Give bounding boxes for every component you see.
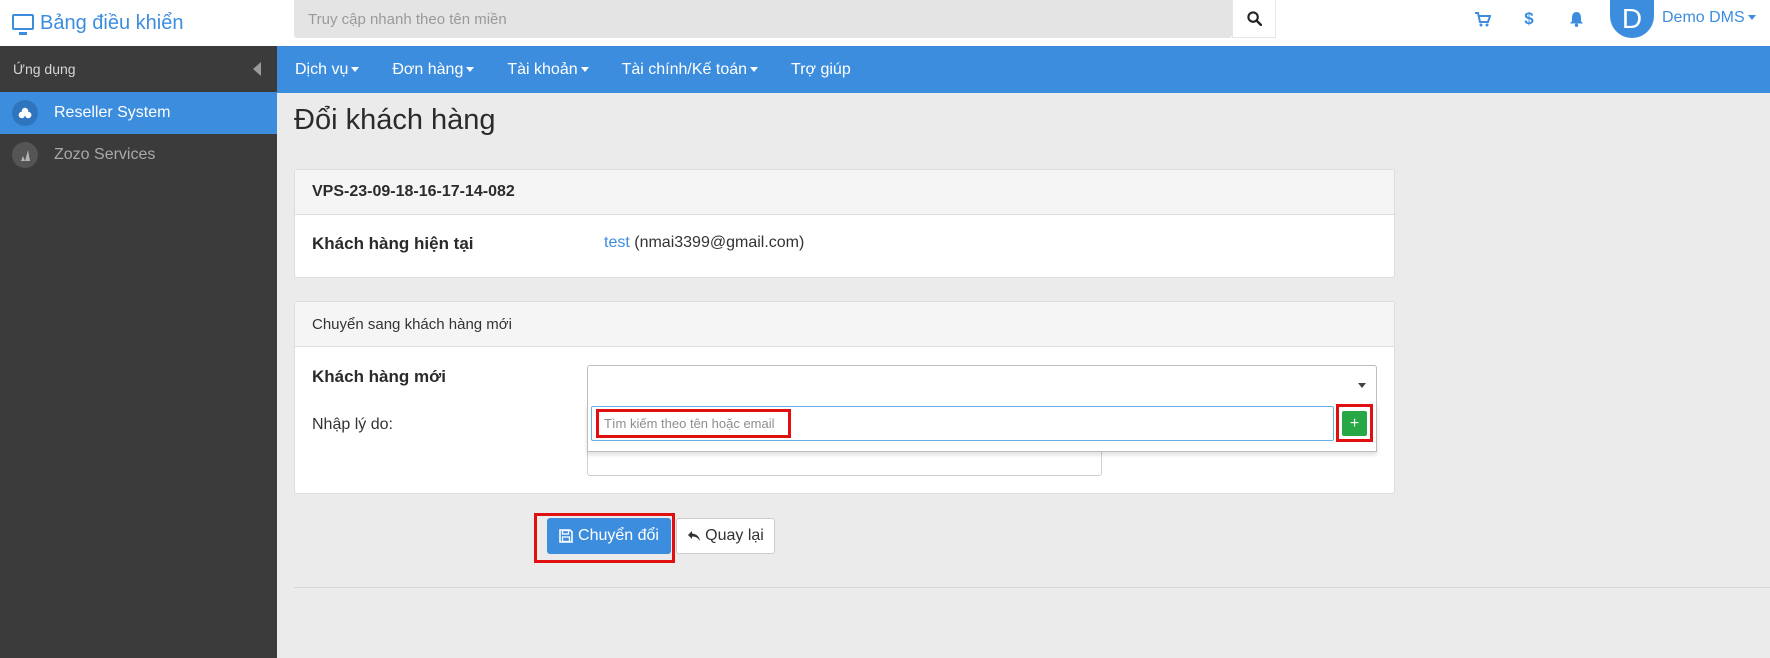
nav-orders-menu[interactable]: Đơn hàng [392,60,475,79]
top-bar: Bảng điều khiển $ D Demo DMS [0,0,1770,46]
dashboard-link[interactable]: Bảng điều khiển [12,6,183,40]
billing-button[interactable]: $ [1516,8,1542,30]
submit-label: Chuyển đổi [578,527,659,544]
brand-label: Bảng điều khiển [40,11,184,34]
current-customer-email: (nmai3399@gmail.com) [634,234,805,251]
nav-help-link[interactable]: Trợ giúp [791,61,851,79]
chevron-down-icon [580,66,589,72]
bell-icon [1569,12,1583,27]
chevron-down-icon [466,66,475,72]
reply-arrow-icon [688,531,701,541]
sidebar: Ứng dụng Reseller System Zozo Services [0,46,277,658]
back-label: Quay lại [705,527,764,544]
nav-services-menu[interactable]: Dịch vụ [295,60,360,79]
transfer-submit-button[interactable]: Chuyển đổi [547,518,671,554]
avatar-initial: D [1621,3,1643,34]
current-customer-link[interactable]: test [604,234,630,251]
current-customer-label: Khách hàng hiện tại [312,234,474,253]
page-divider [294,587,1770,588]
cloud-icon [12,100,38,126]
nav-finance-menu[interactable]: Tài chính/Kế toán [621,60,759,79]
search-input-highlight [596,409,791,438]
save-icon [559,529,573,543]
dollar-icon: $ [1524,9,1534,28]
nav-item-label: Tài chính/Kế toán [621,60,748,78]
service-panel: VPS-23-09-18-16-17-14-082 Khách hàng hiệ… [294,169,1395,278]
chevron-down-icon [1747,15,1756,21]
cart-icon [1475,11,1491,26]
cart-button[interactable] [1470,8,1496,30]
domain-search-input[interactable] [294,0,1231,38]
sidebar-title: Ứng dụng [13,61,76,77]
sidebar-item-reseller-system[interactable]: Reseller System [0,92,277,134]
zozo-logo-icon [12,142,38,168]
sidebar-header: Ứng dụng [0,46,277,92]
new-customer-label: Khách hàng mới [312,367,446,386]
domain-search-box [294,0,1232,38]
sidebar-item-zozo-services[interactable]: Zozo Services [0,134,277,176]
user-name-label: Demo DMS [1662,9,1745,26]
search-button[interactable] [1232,0,1276,38]
sidebar-item-label: Reseller System [54,104,171,121]
monitor-icon [12,13,34,35]
transfer-panel-title: Chuyển sang khách hàng mới [295,302,1394,347]
service-id: VPS-23-09-18-16-17-14-082 [295,170,1394,215]
add-button-highlight [1336,404,1373,442]
page-title: Đổi khách hàng [294,104,496,136]
main-navbar: Dịch vụ Đơn hàng Tài khoản Tài chính/Kế … [277,46,1770,93]
collapse-sidebar-icon[interactable] [253,62,261,76]
nav-item-label: Đơn hàng [392,60,464,78]
chevron-down-icon [351,66,360,72]
sidebar-item-label: Zozo Services [54,146,156,163]
notifications-button[interactable] [1563,8,1589,30]
current-customer-value: test (nmai3399@gmail.com) [604,234,804,252]
nav-item-label: Tài khoản [507,60,578,78]
reason-label: Nhập lý do: [312,416,393,433]
nav-item-label: Dịch vụ [295,60,349,78]
back-button[interactable]: Quay lại [676,518,775,554]
nav-account-menu[interactable]: Tài khoản [507,60,589,79]
search-icon [1246,11,1262,26]
new-customer-select[interactable] [587,365,1377,404]
avatar[interactable]: D [1610,0,1654,38]
nav-item-label: Trợ giúp [791,60,851,78]
chevron-down-icon [1358,383,1366,388]
chevron-down-icon [750,66,759,72]
user-menu[interactable]: Demo DMS [1662,9,1756,27]
